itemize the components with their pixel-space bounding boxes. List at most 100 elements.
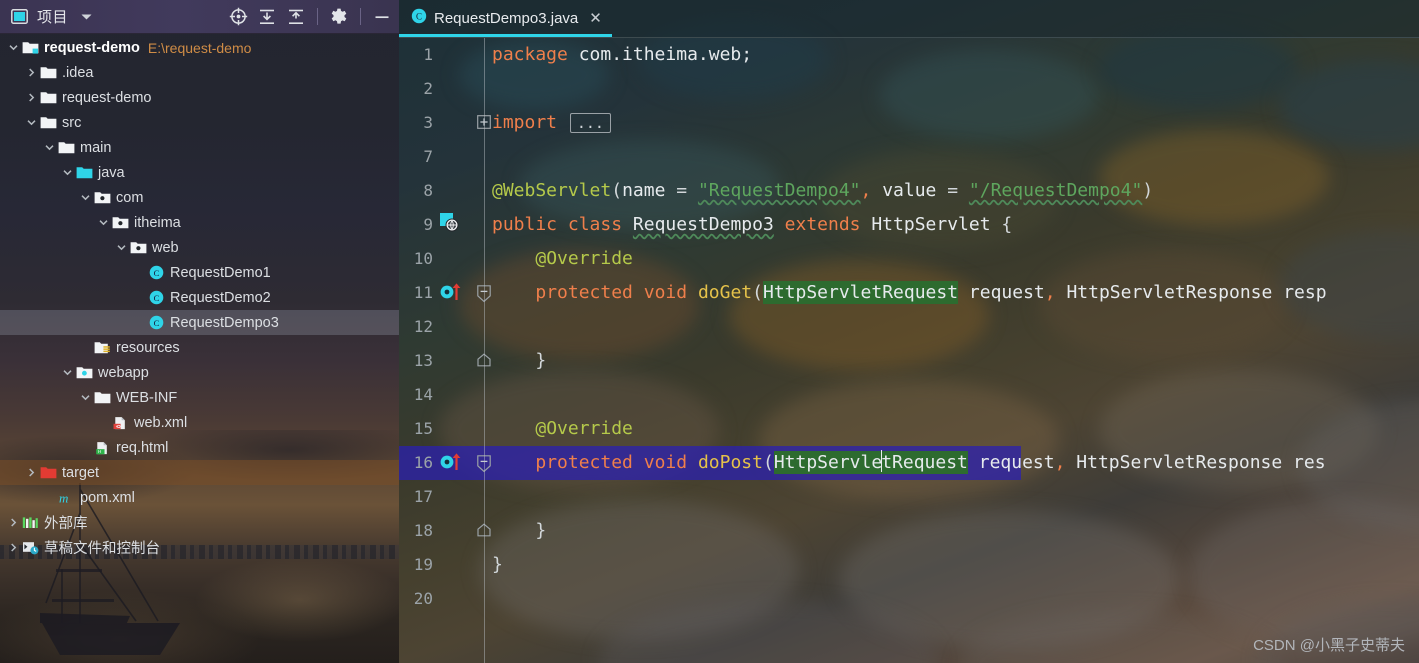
tree-item-com[interactable]: com — [0, 185, 399, 210]
tree-expand-arrow[interactable] — [6, 535, 21, 560]
tree-expand-arrow[interactable] — [78, 385, 93, 410]
code-text: import ... — [492, 106, 611, 140]
crosshair-target-icon[interactable] — [227, 6, 249, 28]
tab-requestdempo3-java[interactable]: C RequestDempo3.java ✕ — [399, 0, 612, 37]
folder-icon — [57, 135, 76, 160]
tree-item-web[interactable]: web — [0, 235, 399, 260]
tree-item-label: pom.xml — [80, 489, 135, 506]
tree-expand-arrow — [78, 335, 93, 360]
project-tool-window: 项目 request-demo E:\request-demo .idea re… — [0, 0, 399, 663]
tree-item-webapp[interactable]: webapp — [0, 360, 399, 385]
tree-expand-arrow[interactable] — [6, 35, 21, 60]
code-line-2[interactable]: 2 — [399, 72, 1419, 106]
code-line-11[interactable]: 11 protected void doGet(HttpServletReque… — [399, 276, 1419, 310]
line-number: 3 — [423, 113, 433, 132]
editor-area: C RequestDempo3.java ✕ 1 package com.ithe… — [399, 0, 1419, 663]
line-number: 11 — [413, 283, 433, 302]
tree-item-target[interactable]: target — [0, 460, 399, 485]
code-text: } — [492, 554, 503, 575]
folder-icon — [93, 385, 112, 410]
code-text: protected void doGet(HttpServletRequest … — [535, 281, 1327, 304]
tree-item-web-xml[interactable]: web.xml — [0, 410, 399, 435]
tree-expand-arrow[interactable] — [24, 460, 39, 485]
tree-item-requestdempo3[interactable]: C RequestDempo3 — [0, 310, 399, 335]
tree-expand-arrow[interactable] — [42, 135, 57, 160]
tree-item-java[interactable]: java — [0, 160, 399, 185]
tree-item-req-html[interactable]: Hreq.html — [0, 435, 399, 460]
xml-file-icon — [111, 410, 130, 435]
tree-item-resources[interactable]: resources — [0, 335, 399, 360]
code-line-16[interactable]: 16 protected void doPost(HttpServletRequ… — [399, 446, 1419, 480]
tree-item-requestdemo2[interactable]: C RequestDemo2 — [0, 285, 399, 310]
tree-item-src[interactable]: src — [0, 110, 399, 135]
tree-item-request-demo[interactable]: request-demo — [0, 85, 399, 110]
code-line-15[interactable]: 15 @Override — [399, 412, 1419, 446]
code-line-7[interactable]: 7 — [399, 140, 1419, 174]
tree-expand-arrow[interactable] — [96, 210, 111, 235]
tree-item-web-inf[interactable]: WEB-INF — [0, 385, 399, 410]
project-panel-header: 项目 — [0, 0, 399, 34]
tree-expand-arrow[interactable] — [24, 110, 39, 135]
code-line-10[interactable]: 10 @Override — [399, 242, 1419, 276]
tree-item-request-demo[interactable]: request-demo E:\request-demo — [0, 35, 399, 60]
java-class-icon: C — [147, 285, 166, 310]
servlet-gutter-icon[interactable] — [439, 212, 461, 239]
override-method-gutter-icon[interactable] — [439, 280, 465, 307]
code-text: } — [535, 520, 547, 541]
expand-all-icon[interactable] — [256, 6, 278, 28]
tree-item-草稿文件和控制台[interactable]: 草稿文件和控制台 — [0, 535, 399, 560]
line-number: 8 — [423, 181, 433, 200]
code-line-13[interactable]: 13 } — [399, 344, 1419, 378]
tree-item-label: itheima — [134, 214, 181, 231]
code-line-20[interactable]: 20 — [399, 582, 1419, 616]
tree-item-外部库[interactable]: 外部库 — [0, 510, 399, 535]
editor-tab-bar: C RequestDempo3.java ✕ — [399, 0, 1419, 38]
code-line-1[interactable]: 1 package com.itheima.web; — [399, 38, 1419, 72]
gear-icon[interactable] — [328, 6, 350, 28]
tree-item--idea[interactable]: .idea — [0, 60, 399, 85]
tree-item-label: RequestDempo3 — [170, 314, 279, 331]
code-text: @Override — [535, 248, 633, 269]
package-folder-icon — [111, 210, 130, 235]
tree-expand-arrow[interactable] — [6, 510, 21, 535]
tree-item-label: WEB-INF — [116, 389, 178, 406]
tree-item-label: main — [80, 139, 112, 156]
tree-item-main[interactable]: main — [0, 135, 399, 160]
tree-item-label: RequestDemo1 — [170, 264, 271, 281]
tree-item-itheima[interactable]: itheima — [0, 210, 399, 235]
tree-expand-arrow[interactable] — [60, 360, 75, 385]
code-line-9[interactable]: 9 public class RequestDempo3 extends Http… — [399, 208, 1419, 242]
code-line-19[interactable]: 19} — [399, 548, 1419, 582]
line-number: 20 — [413, 589, 433, 608]
code-line-17[interactable]: 17 — [399, 480, 1419, 514]
tree-item-label: web.xml — [134, 414, 188, 431]
chevron-down-icon[interactable] — [75, 6, 97, 28]
module-folder-icon — [21, 35, 40, 60]
override-method-gutter-icon[interactable] — [439, 450, 465, 477]
tree-item-label: request-demo — [62, 89, 152, 106]
excluded-folder-icon — [39, 460, 58, 485]
code-line-12[interactable]: 12 — [399, 310, 1419, 344]
tree-expand-arrow[interactable] — [60, 160, 75, 185]
tree-item-label: src — [62, 114, 82, 131]
line-number: 7 — [423, 147, 433, 166]
tree-expand-arrow[interactable] — [24, 60, 39, 85]
code-line-14[interactable]: 14 — [399, 378, 1419, 412]
tree-expand-arrow[interactable] — [24, 85, 39, 110]
code-line-3[interactable]: 3 import ... — [399, 106, 1419, 140]
project-tree[interactable]: request-demo E:\request-demo .idea request-… — [0, 34, 399, 663]
code-line-18[interactable]: 18 } — [399, 514, 1419, 548]
tree-expand-arrow — [132, 310, 147, 335]
close-icon[interactable]: ✕ — [589, 11, 602, 26]
tree-expand-arrow[interactable] — [78, 185, 93, 210]
collapse-all-icon[interactable] — [285, 6, 307, 28]
minimize-icon[interactable] — [371, 6, 393, 28]
tree-item-requestdemo1[interactable]: C RequestDemo1 — [0, 260, 399, 285]
code-line-8[interactable]: 8 @WebServlet(name = "RequestDempo4", val… — [399, 174, 1419, 208]
tree-item-pom-xml[interactable]: m pom.xml — [0, 485, 399, 510]
line-number: 2 — [423, 79, 433, 98]
code-text: @Override — [535, 418, 633, 439]
tree-expand-arrow — [132, 260, 147, 285]
tree-expand-arrow[interactable] — [114, 235, 129, 260]
code-editor[interactable]: 1 package com.itheima.web; 2 3 import ... 7 8 @… — [399, 38, 1419, 663]
